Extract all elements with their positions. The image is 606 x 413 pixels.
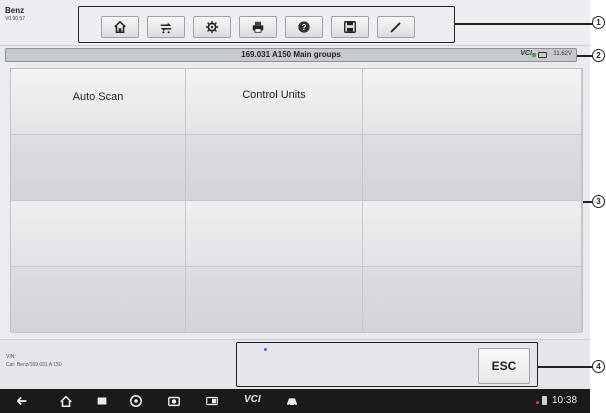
grid-cell-empty — [363, 69, 582, 135]
home-button[interactable] — [101, 16, 139, 38]
callout-line-1 — [455, 23, 593, 25]
car-icon — [287, 398, 297, 407]
help-icon: ? — [298, 21, 310, 33]
data-logging-button[interactable] — [377, 16, 415, 38]
grid-cell-empty — [186, 201, 363, 267]
status-dot-icon — [264, 348, 267, 351]
print-button[interactable] — [239, 16, 277, 38]
grid-cell-empty — [363, 135, 582, 201]
vin-label: VIN: — [6, 354, 16, 360]
pen-icon — [390, 22, 401, 33]
main-groups-grid: Auto Scan Control Units — [10, 68, 583, 333]
vci-connected-icon — [532, 53, 536, 57]
grid-cell-empty — [11, 135, 186, 201]
vehicle-swap-icon — [160, 23, 172, 34]
grid-cell-empty — [363, 201, 582, 267]
save-icon — [344, 21, 356, 33]
settings-button[interactable] — [193, 16, 231, 38]
home-nav-button[interactable] — [58, 393, 74, 409]
callout-line-4 — [538, 366, 593, 368]
browser-icon — [129, 394, 143, 408]
screen-toggle-button[interactable] — [204, 393, 220, 409]
help-button[interactable]: ? — [285, 16, 323, 38]
version-label: V0.90.57 — [5, 16, 26, 22]
esc-button[interactable]: ESC — [478, 348, 530, 384]
recent-apps-button[interactable] — [94, 393, 110, 409]
android-nav-bar: VCI 10:38 — [0, 389, 590, 413]
back-arrow-icon — [17, 396, 27, 406]
grid-cell-control-units[interactable]: Control Units — [186, 69, 363, 135]
vci-status-label: VCI — [520, 50, 532, 57]
brand-block: Benz V0.90.57 — [5, 6, 25, 24]
callout-4: 4 — [592, 360, 605, 373]
back-button[interactable] — [14, 393, 30, 409]
callout-2: 2 — [592, 49, 605, 62]
app-frame: Benz V0.90.57 ? 169.031 A150 Main groups… — [0, 0, 590, 413]
home-nav-icon — [60, 395, 72, 408]
printer-icon — [252, 21, 264, 33]
function-footer: VIN: Car: Benz/169.031 A 150 ESC — [0, 339, 590, 389]
grid-cell-empty — [186, 135, 363, 201]
page-title: 169.031 A150 Main groups — [241, 50, 341, 59]
camera-button[interactable] — [166, 393, 182, 409]
save-button[interactable] — [331, 16, 369, 38]
svg-text:?: ? — [302, 23, 307, 32]
grid-cell-empty — [363, 267, 582, 333]
callout-1: 1 — [592, 16, 605, 29]
grid-cell-empty — [11, 201, 186, 267]
brand-name: Benz — [5, 6, 25, 15]
camera-icon — [168, 396, 180, 407]
battery-status-icon — [542, 396, 547, 405]
grid-cell-empty — [186, 267, 363, 333]
screen-toggle-icon — [206, 396, 218, 406]
grid-cell-empty — [11, 267, 186, 333]
vehicle-info: VIN: Car: Benz/169.031 A 150 — [6, 353, 62, 369]
gear-icon — [205, 20, 219, 34]
home-icon — [114, 20, 126, 34]
battery-icon — [538, 52, 547, 58]
callout-line-2 — [577, 55, 593, 57]
vehicle-swap-button[interactable] — [147, 16, 185, 38]
vci-manager-button[interactable]: VCI — [244, 394, 261, 405]
recent-apps-icon — [97, 397, 107, 405]
grid-cell-auto-scan[interactable]: Auto Scan — [11, 69, 186, 135]
car-button[interactable] — [284, 393, 300, 409]
clock: 10:38 — [552, 395, 578, 406]
car-info: Car: Benz/169.031 A 150 — [6, 362, 62, 368]
title-bar: 169.031 A150 Main groups VCI 11.62V — [5, 48, 577, 62]
callout-3: 3 — [592, 195, 605, 208]
notification-icon — [536, 401, 539, 404]
browser-button[interactable] — [128, 393, 144, 409]
battery-voltage: 11.62V — [553, 51, 572, 57]
grid-cell-label: Control Units — [242, 89, 306, 101]
grid-cell-label: Auto Scan — [72, 91, 124, 103]
